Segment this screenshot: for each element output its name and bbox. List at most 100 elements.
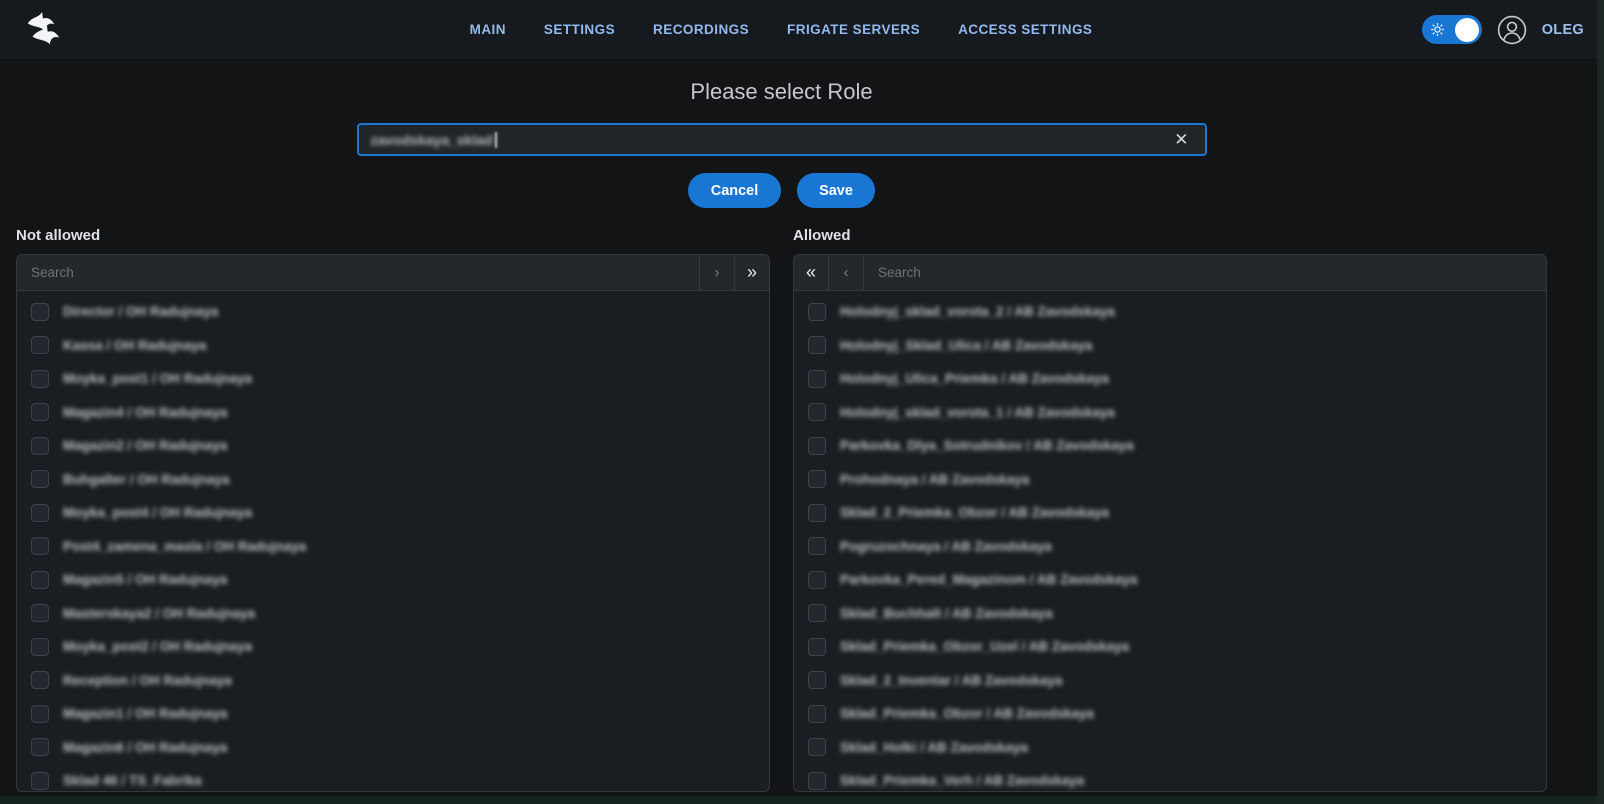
list-item: Masterskaya2 / OH Radujnaya — [17, 597, 769, 631]
list-item: Director / OH Radujnaya — [17, 295, 769, 329]
list-item: Pogruzochnaya / AB Zavodskaya — [794, 530, 1546, 564]
list-item: Sklad_2_Inventar / AB Zavodskaya — [794, 664, 1546, 698]
item-checkbox[interactable] — [808, 604, 826, 622]
list-item: Holodnyj_Ulica_Priemka / AB Zavodskaya — [794, 362, 1546, 396]
save-button[interactable]: Save — [797, 173, 875, 208]
item-checkbox[interactable] — [31, 437, 49, 455]
not-allowed-title: Not allowed — [16, 227, 770, 247]
item-label: Sklad 46 / TS_Fabrika — [63, 773, 202, 788]
item-label: Moyka_post1 / OH Radujnaya — [63, 371, 252, 386]
item-label: Sklad_2_Priemka_Obzor / AB Zavodskaya — [840, 505, 1109, 520]
not-allowed-list: Director / OH Radujnaya Kassa / OH Raduj… — [17, 291, 769, 792]
item-label: Holodnyj_sklad_vorota_2 / AB Zavodskaya — [840, 304, 1115, 319]
item-checkbox[interactable] — [31, 537, 49, 555]
item-label: Parkovka_Pered_Magazinom / AB Zavodskaya — [840, 572, 1137, 587]
item-label: Magazin2 / OH Radujnaya — [63, 438, 227, 453]
move-all-right-icon[interactable]: » — [734, 255, 769, 290]
item-checkbox[interactable] — [808, 303, 826, 321]
list-item: Holodnyj_Sklad_Ulica / AB Zavodskaya — [794, 329, 1546, 363]
item-checkbox[interactable] — [808, 772, 826, 790]
nav-link[interactable]: FRIGATE SERVERS — [787, 22, 920, 37]
allowed-search-input[interactable] — [864, 255, 1546, 290]
allowed-title: Allowed — [793, 227, 1547, 247]
item-checkbox[interactable] — [31, 638, 49, 656]
page-scrollbar[interactable] — [1597, 0, 1604, 804]
frigate-logo-icon[interactable] — [20, 9, 66, 51]
item-checkbox[interactable] — [808, 738, 826, 756]
nav-link[interactable]: ACCESS SETTINGS — [958, 22, 1092, 37]
list-item: Moyka_post1 / OH Radujnaya — [17, 362, 769, 396]
list-item: Moyka_post4 / OH Radujnaya — [17, 496, 769, 530]
item-label: Moyka_post4 / OH Radujnaya — [63, 505, 252, 520]
text-caret — [495, 132, 497, 148]
list-item: Parkovka_Dlya_Sotrudnikov / AB Zavodskay… — [794, 429, 1546, 463]
item-checkbox[interactable] — [808, 571, 826, 589]
nav-link[interactable]: MAIN — [470, 22, 506, 37]
item-checkbox[interactable] — [31, 571, 49, 589]
item-checkbox[interactable] — [31, 604, 49, 622]
item-checkbox[interactable] — [808, 504, 826, 522]
transfer-panels: Not allowed › » Director / OH Radujnaya — [16, 227, 1547, 792]
item-checkbox[interactable] — [31, 303, 49, 321]
item-checkbox[interactable] — [808, 437, 826, 455]
allowed-list: Holodnyj_sklad_vorota_2 / AB Zavodskaya … — [794, 291, 1546, 792]
role-search-input[interactable]: zavodskaya_sklad ✕ — [357, 123, 1207, 156]
item-checkbox[interactable] — [31, 671, 49, 689]
nav-link[interactable]: RECORDINGS — [653, 22, 749, 37]
list-item: Sklad_2_Priemka_Obzor / AB Zavodskaya — [794, 496, 1546, 530]
list-item: Reception / OH Radujnaya — [17, 664, 769, 698]
item-label: Sklad_Priemka_Obzor_Uzel / AB Zavodskaya — [840, 639, 1129, 654]
item-label: Magazin4 / OH Radujnaya — [63, 405, 227, 420]
item-checkbox[interactable] — [808, 671, 826, 689]
item-checkbox[interactable] — [808, 370, 826, 388]
item-checkbox[interactable] — [31, 336, 49, 354]
list-item: Magazin6 / OH Radujnaya — [17, 731, 769, 765]
item-label: Kassa / OH Radujnaya — [63, 338, 206, 353]
move-all-left-icon[interactable]: « — [794, 255, 829, 290]
move-selected-left-icon[interactable]: ‹ — [829, 255, 864, 290]
list-item: Sklad_Priemka_Obzor / AB Zavodskaya — [794, 697, 1546, 731]
list-item: Magazin2 / OH Radujnaya — [17, 429, 769, 463]
list-item: Sklad_Priemka_Verh / AB Zavodskaya — [794, 764, 1546, 792]
cancel-button[interactable]: Cancel — [688, 173, 781, 208]
item-label: Prohodnaya / AB Zavodskaya — [840, 472, 1029, 487]
item-checkbox[interactable] — [808, 705, 826, 723]
allowed-toolbar: « ‹ — [794, 255, 1546, 291]
item-label: Post4_zamena_masla / OH Radujnaya — [63, 539, 306, 554]
item-checkbox[interactable] — [31, 470, 49, 488]
item-checkbox[interactable] — [31, 772, 49, 790]
item-label: Sklad_Priemka_Verh / AB Zavodskaya — [840, 773, 1084, 788]
item-checkbox[interactable] — [808, 403, 826, 421]
not-allowed-panel: › » Director / OH Radujnaya Kassa / OH R… — [16, 254, 770, 792]
theme-toggle[interactable] — [1422, 15, 1482, 44]
move-selected-right-icon[interactable]: › — [699, 255, 734, 290]
item-checkbox[interactable] — [808, 336, 826, 354]
main-content: Please select Role zavodskaya_sklad ✕ Ca… — [16, 78, 1547, 792]
page-title: Please select Role — [16, 78, 1547, 105]
item-checkbox[interactable] — [808, 470, 826, 488]
item-label: Reception / OH Radujnaya — [63, 673, 232, 688]
item-label: Sklad_Holki / AB Zavodskaya — [840, 740, 1028, 755]
list-item: Kassa / OH Radujnaya — [17, 329, 769, 363]
item-label: Holodnyj_sklad_vorota_1 / AB Zavodskaya — [840, 405, 1115, 420]
item-checkbox[interactable] — [31, 738, 49, 756]
item-checkbox[interactable] — [31, 403, 49, 421]
not-allowed-search-input[interactable] — [17, 255, 699, 290]
list-item: Magazin5 / OH Radujnaya — [17, 563, 769, 597]
item-checkbox[interactable] — [31, 705, 49, 723]
item-checkbox[interactable] — [31, 370, 49, 388]
list-item: Holodnyj_sklad_vorota_1 / AB Zavodskaya — [794, 396, 1546, 430]
user-avatar-icon[interactable] — [1497, 15, 1527, 45]
clear-input-icon[interactable]: ✕ — [1170, 129, 1192, 150]
item-checkbox[interactable] — [808, 638, 826, 656]
top-navbar: MAIN SETTINGS RECORDINGS FRIGATE SERVERS… — [0, 0, 1604, 60]
item-checkbox[interactable] — [31, 504, 49, 522]
role-input-value: zavodskaya_sklad — [371, 132, 493, 148]
item-label: Buhgalter / OH Radujnaya — [63, 472, 230, 487]
allowed-column: Allowed « ‹ Holodnyj_sklad_vorota_2 / AB… — [793, 227, 1547, 792]
list-item: Post4_zamena_masla / OH Radujnaya — [17, 530, 769, 564]
username[interactable]: OLEG — [1542, 22, 1584, 38]
item-checkbox[interactable] — [808, 537, 826, 555]
nav-link[interactable]: SETTINGS — [544, 22, 615, 37]
list-item: Magazin4 / OH Radujnaya — [17, 396, 769, 430]
